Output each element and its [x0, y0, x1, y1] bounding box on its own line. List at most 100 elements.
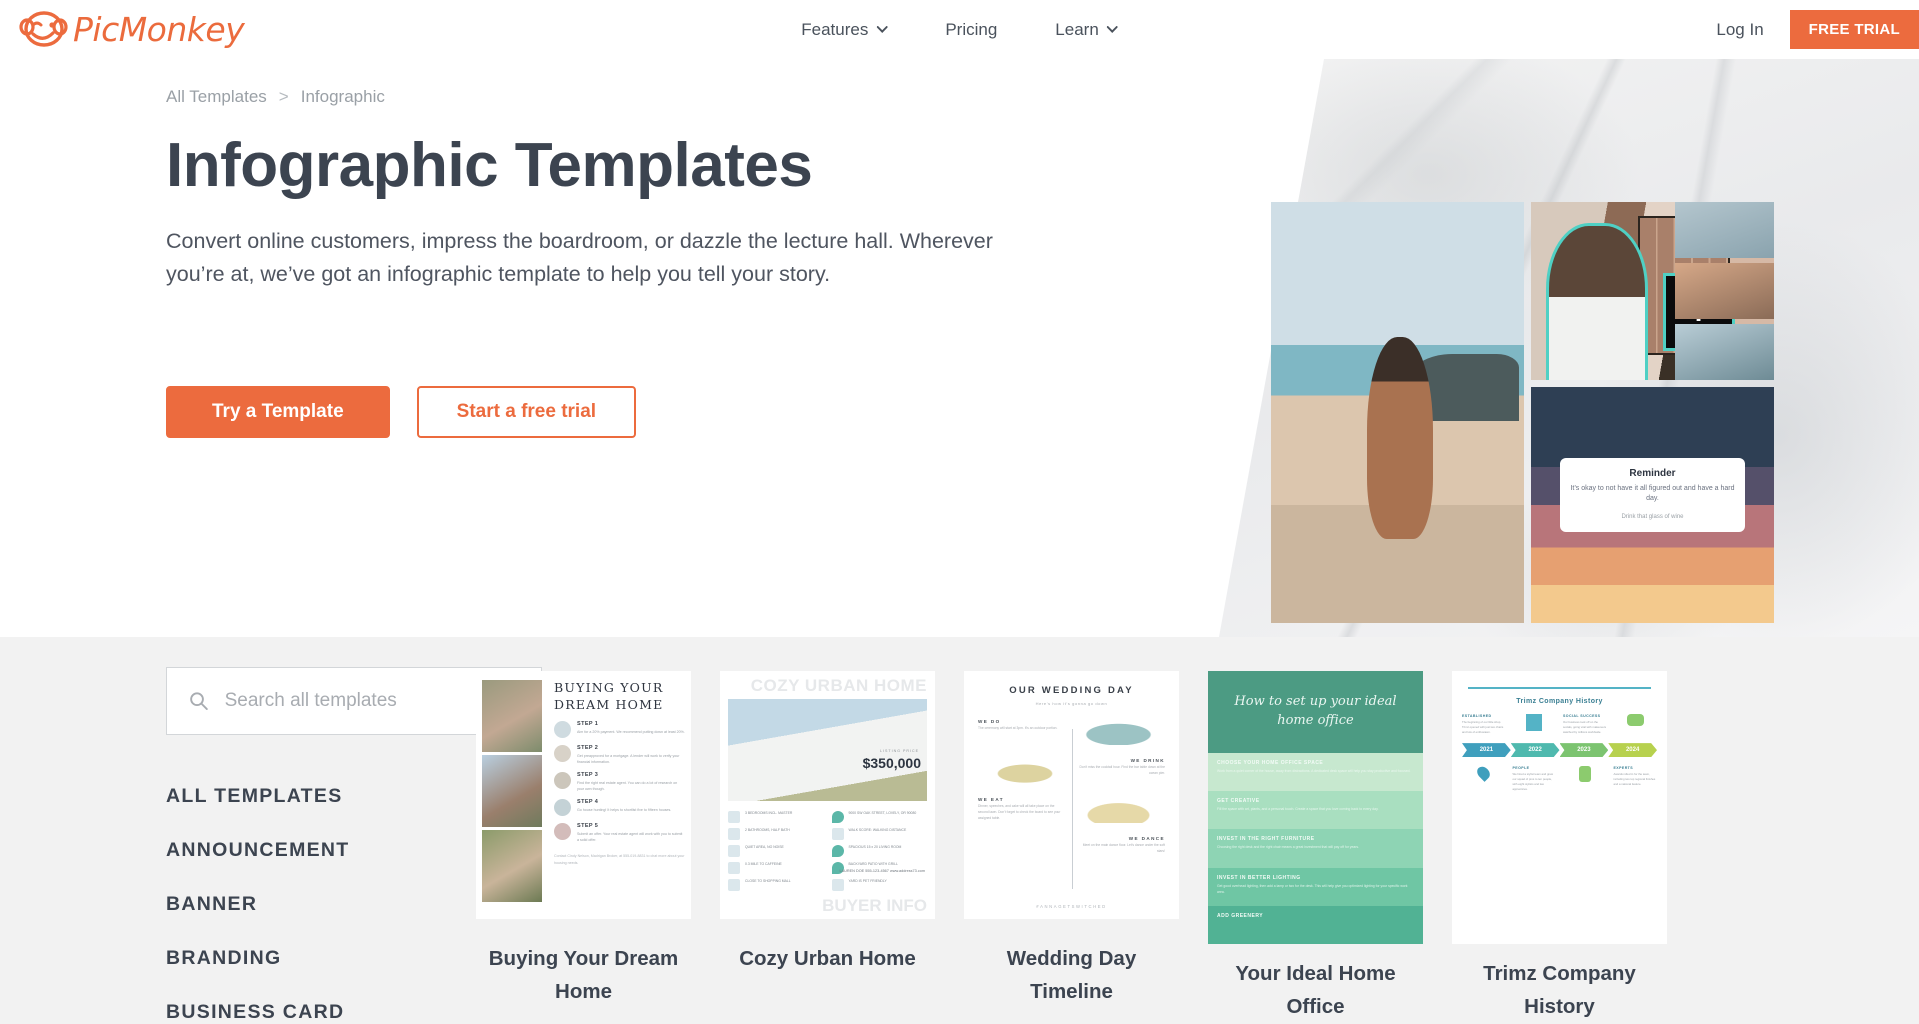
phone-icon: [1578, 766, 1591, 783]
category-all-templates[interactable]: ALL TEMPLATES: [166, 785, 476, 808]
spec-text: 9000 SW OAK STREET, LOVELY, OR 90080: [848, 811, 917, 815]
price-value: $350,000: [862, 755, 921, 771]
strip-photo: [1675, 263, 1774, 319]
spec-text: SPACIOUS 15 x 20 LIVING ROOM: [848, 845, 902, 849]
nav-item-pricing[interactable]: Pricing: [945, 20, 997, 40]
nav-item-learn[interactable]: Learn: [1055, 20, 1118, 40]
thumb-step: STEP 1 Aim for a 20% payment. We recomme…: [554, 720, 685, 738]
nav-item-features[interactable]: Features: [801, 20, 888, 40]
reminder-card: Reminder It’s okay to not have it all fi…: [1560, 457, 1745, 532]
template-card-title: Wedding Day Timeline: [1006, 947, 1137, 1003]
price-label: LISTING PRICE: [880, 749, 919, 753]
event-body: Dinner, speeches, and cake will all take…: [978, 804, 1061, 820]
thumb-contact: LAUREN DOE 555-123-4567 www.address73.co…: [839, 869, 925, 874]
thumb-band: INVEST IN BETTER LIGHTING Get good overh…: [1208, 867, 1423, 906]
category-banner[interactable]: BANNER: [166, 893, 476, 916]
chat-bubble-icon: [1626, 714, 1644, 726]
thumb-house-photo: LISTING PRICE $350,000: [728, 699, 927, 801]
thumb-step: STEP 5 Submit an offer. Your real estate…: [554, 823, 685, 843]
step-label: STEP 3: [577, 771, 599, 778]
thumb-heading: Trimz Company History: [1516, 698, 1603, 705]
templates-section: ALL TEMPLATES ANNOUNCEMENT BANNER BRANDI…: [0, 637, 1919, 1024]
step-label: STEP 4: [577, 799, 599, 806]
breadcrumb-all-templates[interactable]: All Templates: [166, 87, 267, 107]
year-arrow: 2024: [1608, 743, 1657, 758]
template-card-title: Buying Your Dream Home: [488, 947, 679, 1003]
thumb-subheading: Here's how it's gonna go down: [1035, 701, 1108, 706]
spec-text: QUIET AREA, NO NOISE: [745, 845, 784, 849]
free-trial-button[interactable]: FREE TRIAL: [1789, 10, 1919, 49]
spec-icon: [728, 845, 740, 857]
milestone-icon-col: [1614, 714, 1658, 735]
thumb-ghost-footer: BUYER INFO: [822, 896, 927, 916]
figure-shape: [1367, 336, 1433, 539]
breadcrumb-current: Infographic: [300, 87, 385, 106]
spec-item: YARD IS PET FRIENDLY: [831, 879, 928, 891]
template-card-your-ideal-home-office[interactable]: How to set up your ideal home office CHO…: [1208, 671, 1423, 1024]
band-body: Work from a quiet corner of the house, a…: [1217, 769, 1411, 773]
start-free-trial-button[interactable]: Start a free trial: [416, 385, 637, 438]
step-body: Go house hunting! It helps to shortlist …: [577, 808, 672, 813]
spec-item: SPACIOUS 15 x 20 LIVING ROOM: [831, 845, 928, 857]
spec-item: 0.3 MILE TO CAFFEINE: [728, 862, 824, 874]
spec-item: QUIET AREA, NO NOISE: [728, 845, 824, 857]
spec-icon: [728, 811, 740, 823]
step-body: Get preapproved for a mortgage. A lender…: [577, 753, 680, 764]
chevron-down-icon: [876, 26, 888, 33]
template-card-wedding-day-timeline[interactable]: OUR WEDDING DAY Here's how it's gonna go…: [964, 671, 1179, 1024]
event-label: WE DRINK: [1130, 758, 1165, 763]
step-icon: [554, 720, 571, 738]
search-input[interactable]: [224, 690, 519, 712]
page-title: Infographic Templates: [166, 131, 813, 200]
breadcrumb-separator: >: [278, 87, 289, 106]
template-card-trimz-company-history[interactable]: Trimz Company History ESTABLISHED The be…: [1452, 671, 1667, 1024]
template-thumbnail: Trimz Company History ESTABLISHED The be…: [1452, 671, 1667, 944]
band-label: GET CREATIVE: [1217, 798, 1260, 805]
template-thumbnail: BUYING YOUR DREAM HOME STEP 1 Aim for a …: [476, 671, 691, 919]
reminder-body: It’s okay to not have it all figured out…: [1570, 484, 1735, 503]
page-subtitle: Convert online customers, impress the bo…: [166, 229, 993, 287]
template-card-title: Cozy Urban Home: [739, 947, 916, 970]
template-card-buying-your-dream-home[interactable]: BUYING YOUR DREAM HOME STEP 1 Aim for a …: [476, 671, 691, 1024]
thumb-footer: Contact Cindy Nelson, Madrigan Broker, a…: [554, 854, 685, 865]
milestone: PEOPLE We hired a stylist team and grew …: [1513, 766, 1557, 792]
thumb-photo: [482, 680, 542, 752]
thumb-step: STEP 2 Get preapproved for a mortgage. A…: [554, 744, 685, 765]
thumb-spec-list: 3 BEDROOMS INCL. MASTER 9000 SW OAK STRE…: [728, 811, 927, 891]
milestone-body: The beginning of our little shop. Trimz …: [1462, 720, 1504, 735]
login-link[interactable]: Log In: [1716, 20, 1763, 40]
template-card-cozy-urban-home[interactable]: COZY URBAN HOME LISTING PRICE $350,000 3…: [720, 671, 935, 1024]
step-label: STEP 5: [577, 823, 599, 830]
milestone-icon-col: [1513, 714, 1557, 735]
timeline-spine: [1071, 729, 1073, 889]
thumb-photo: [482, 755, 542, 827]
templates-sidebar: ALL TEMPLATES ANNOUNCEMENT BANNER BRANDI…: [166, 667, 542, 1024]
primary-nav: Features Pricing Learn: [801, 20, 1118, 40]
nav-item-pricing-label: Pricing: [945, 19, 998, 39]
event-label: WE EAT: [978, 797, 1004, 802]
spec-icon: [728, 879, 740, 891]
band-label: INVEST IN BETTER LIGHTING: [1217, 874, 1301, 881]
hero-collage-image: ? Reminder It’s okay to not have it all …: [1271, 202, 1781, 625]
event-body: Meet on the main dance floor. Let's danc…: [1082, 843, 1165, 853]
template-card-title: Your Ideal Home Office: [1235, 962, 1396, 1018]
category-list: ALL TEMPLATES ANNOUNCEMENT BANNER BRANDI…: [166, 785, 476, 1024]
spec-item: 2 BATHROOMS, HALF BATH: [728, 828, 824, 840]
category-business-card[interactable]: BUSINESS CARD: [166, 1001, 476, 1024]
accent-rule: [1468, 687, 1651, 689]
band-body: Fill the space with art, plants, and a p…: [1217, 807, 1379, 812]
breadcrumb: All Templates > Infographic: [166, 87, 1919, 107]
cake-illustration: [1071, 797, 1165, 823]
thumb-milestone-row: PEOPLE We hired a stylist team and grew …: [1462, 764, 1657, 792]
spec-item: WALK SCORE: WALKING DISTANCE: [831, 828, 928, 840]
logo[interactable]: PicMonkey: [0, 10, 245, 50]
template-thumbnail: OUR WEDDING DAY Here's how it's gonna go…: [964, 671, 1179, 919]
category-announcement[interactable]: ANNOUNCEMENT: [166, 839, 476, 862]
thumb-band: INVEST IN THE RIGHT FURNITURE Choosing t…: [1208, 829, 1423, 868]
try-a-template-button[interactable]: Try a Template: [166, 385, 390, 438]
collage-right-strip: [1675, 202, 1774, 380]
spec-icon: [831, 828, 844, 840]
template-card-title: Trimz Company History: [1483, 962, 1636, 1018]
spec-text: 0.3 MILE TO CAFFEINE: [745, 862, 782, 866]
category-branding[interactable]: BRANDING: [166, 947, 476, 970]
